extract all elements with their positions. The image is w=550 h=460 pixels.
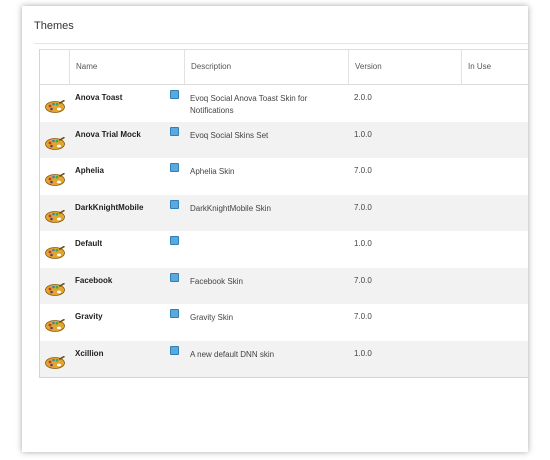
table-row[interactable]: Xcillion A new default DNN skin 1.0.0 xyxy=(40,340,528,377)
theme-description: Facebook Skin xyxy=(190,276,243,286)
theme-version: 7.0.0 xyxy=(354,275,372,285)
info-icon[interactable] xyxy=(170,272,179,282)
theme-version: 1.0.0 xyxy=(354,239,372,248)
header-version[interactable]: Version xyxy=(348,50,461,84)
theme-name: Default xyxy=(75,239,103,248)
theme-description: Evoq Social Skins Set xyxy=(190,130,269,140)
table-row[interactable]: Facebook Facebook Skin 7.0.0 xyxy=(40,267,528,304)
info-icon[interactable] xyxy=(170,90,179,99)
panel-title: Themes xyxy=(34,20,74,32)
theme-description: DarkKnightMobile Skin xyxy=(190,203,271,213)
header-name[interactable]: Name xyxy=(69,50,184,84)
header-in-use[interactable]: In Use xyxy=(461,50,529,84)
table-body: Anova Toast Evoq Social Anova Toast Skin… xyxy=(40,85,528,377)
theme-version: 7.0.0 xyxy=(354,312,372,321)
palette-icon xyxy=(45,246,65,259)
palette-icon xyxy=(45,209,65,223)
header-icon-col xyxy=(40,50,69,84)
theme-description: Gravity Skin xyxy=(190,313,234,322)
table-row[interactable]: Aphelia Aphelia Skin 7.0.0 xyxy=(40,158,528,195)
info-icon[interactable] xyxy=(170,236,179,245)
table-row[interactable]: Anova Toast Evoq Social Anova Toast Skin… xyxy=(40,85,528,122)
theme-name: Facebook xyxy=(75,275,113,285)
theme-name: DarkKnightMobile xyxy=(75,202,144,212)
theme-description: A new default DNN skin xyxy=(190,349,275,359)
header-description[interactable]: Description xyxy=(184,50,348,84)
palette-icon xyxy=(45,173,65,186)
info-icon[interactable] xyxy=(170,345,179,355)
palette-icon xyxy=(45,100,65,113)
info-icon[interactable] xyxy=(170,163,179,172)
themes-panel: Themes Name Description Version In Use A… xyxy=(22,6,528,452)
theme-description: Evoq Social Anova Toast Skin for Notific… xyxy=(190,94,308,115)
info-icon[interactable] xyxy=(170,126,179,136)
themes-table: Name Description Version In Use Anova To… xyxy=(39,49,528,378)
theme-name: Aphelia xyxy=(75,166,104,175)
theme-version: 7.0.0 xyxy=(354,166,372,175)
palette-icon xyxy=(45,355,65,369)
theme-version: 1.0.0 xyxy=(354,348,372,358)
theme-name: Anova Toast xyxy=(75,93,123,102)
palette-icon xyxy=(45,319,65,332)
info-icon[interactable] xyxy=(170,309,179,318)
title-divider xyxy=(34,43,528,44)
table-row[interactable]: DarkKnightMobile DarkKnightMobile Skin 7… xyxy=(40,194,528,231)
theme-version: 7.0.0 xyxy=(354,202,372,212)
theme-version: 1.0.0 xyxy=(354,129,372,139)
theme-version: 2.0.0 xyxy=(354,93,372,102)
theme-name: Anova Trial Mock xyxy=(75,129,141,139)
table-row[interactable]: Default 1.0.0 xyxy=(40,231,528,268)
table-row[interactable]: Anova Trial Mock Evoq Social Skins Set 1… xyxy=(40,121,528,158)
table-row[interactable]: Gravity Gravity Skin 7.0.0 xyxy=(40,304,528,341)
palette-icon xyxy=(45,136,65,150)
info-icon[interactable] xyxy=(170,199,179,209)
theme-name: Gravity xyxy=(75,312,103,321)
palette-icon xyxy=(45,282,65,296)
theme-name: Xcillion xyxy=(75,348,104,358)
table-header: Name Description Version In Use xyxy=(40,49,528,85)
theme-description: Aphelia Skin xyxy=(190,167,235,176)
